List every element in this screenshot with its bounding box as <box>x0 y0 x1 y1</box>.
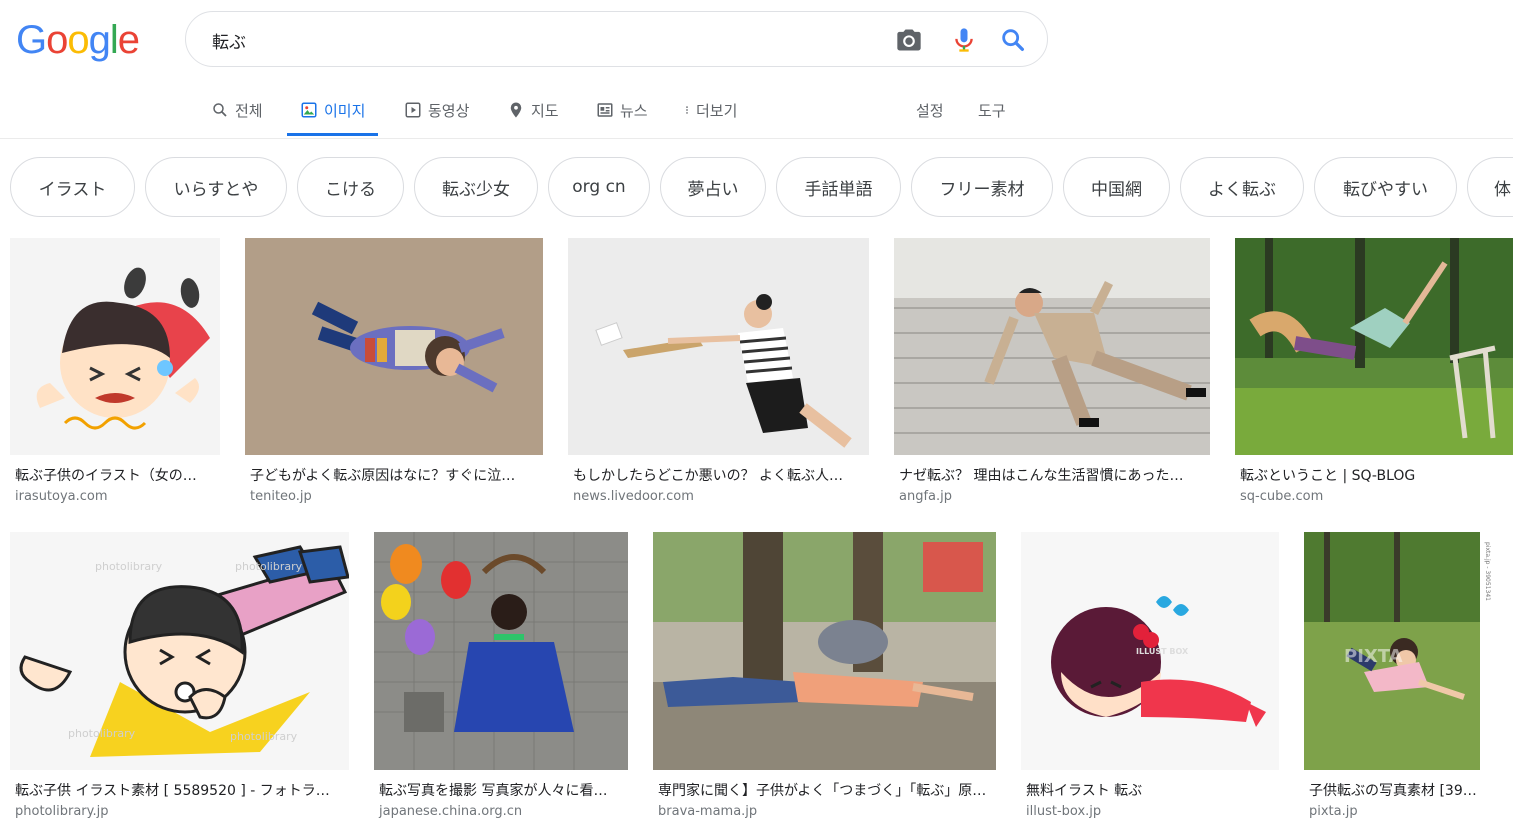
image-result[interactable]: PIXTA pixta.jp - 39051341 子供転ぶの写真素材 [39…… <box>1304 532 1491 828</box>
result-thumbnail <box>245 238 543 455</box>
result-thumbnail: photolibrary photolibrary photolibrary p… <box>10 532 349 770</box>
result-source: brava-mama.jp <box>658 804 758 819</box>
google-logo[interactable]: Google <box>16 18 140 62</box>
result-thumbnail <box>568 238 869 455</box>
result-source: pixta.jp <box>1309 804 1358 819</box>
image-result[interactable]: 転ぶ写真を撮影 写真家が人々に看… japanese.china.org.cn <box>374 532 628 828</box>
logo-letter: g <box>88 18 111 62</box>
watermark: photolibrary <box>68 727 136 740</box>
settings-link[interactable]: 설정 <box>916 84 944 136</box>
map-pin-icon <box>510 102 522 118</box>
watermark: photolibrary <box>235 560 303 573</box>
logo-letter: l <box>109 18 119 62</box>
watermark: photolibrary <box>230 730 298 743</box>
tools-label: 도구 <box>978 101 1006 120</box>
result-title: 転ぶ子供のイラスト（女の… <box>15 468 197 484</box>
tab-images[interactable]: 이미지 <box>287 84 379 136</box>
result-thumbnail: ILLUST BOX <box>1021 532 1279 770</box>
chip[interactable]: 手話単語 <box>776 157 901 217</box>
logo-letter: o <box>46 18 68 62</box>
image-result[interactable]: 転ぶ子供のイラスト（女の… irasutoya.com <box>10 238 220 508</box>
result-source: irasutoya.com <box>15 489 108 504</box>
search-icon[interactable] <box>999 26 1027 54</box>
watermark: photolibrary <box>95 560 163 573</box>
result-source: photolibrary.jp <box>15 804 109 819</box>
tab-label: 뉴스 <box>620 101 648 120</box>
search-icon <box>213 103 227 117</box>
chip[interactable]: 夢占い <box>660 157 766 217</box>
result-title: 転ぶということ | SQ-BLOG <box>1240 468 1416 484</box>
watermark: pixta.jp - 39051341 <box>1484 542 1491 601</box>
watermark: ILLUST BOX <box>1136 647 1189 656</box>
result-thumbnail <box>374 532 628 770</box>
tab-label: 지도 <box>531 101 559 120</box>
result-thumbnail <box>1235 238 1513 455</box>
logo-letter: o <box>67 18 89 62</box>
tab-news[interactable]: 뉴스 <box>596 84 648 136</box>
search-input[interactable] <box>210 26 864 54</box>
microphone-icon[interactable] <box>950 26 978 54</box>
chip[interactable]: 体 <box>1467 157 1513 217</box>
watermark: PIXTA <box>1344 646 1403 667</box>
chip[interactable]: イラスト <box>10 157 135 217</box>
settings-label: 설정 <box>916 101 944 120</box>
result-title: 専門家に聞く】子供がよく「つまづく」「転ぶ」原… <box>658 783 987 799</box>
camera-icon[interactable] <box>895 26 923 54</box>
result-title: 転ぶ子供 イラスト素材 [ 5589520 ] - フォトラ… <box>15 783 330 799</box>
news-icon <box>597 103 613 117</box>
result-thumbnail: PIXTA pixta.jp - 39051341 <box>1304 532 1491 770</box>
image-result[interactable]: 子どもがよく転ぶ原因はなに？すぐに泣… teniteo.jp <box>245 238 543 508</box>
tab-maps[interactable]: 지도 <box>507 84 559 136</box>
tools-link[interactable]: 도구 <box>978 84 1006 136</box>
tab-label: 더보기 <box>696 101 738 120</box>
result-thumbnail <box>653 532 996 770</box>
search-tabs: 전체 이미지 동영상 지도 뉴스 더보기 설정 도구 <box>0 84 1513 139</box>
logo-letter: e <box>117 18 140 62</box>
result-source: japanese.china.org.cn <box>379 804 523 819</box>
chip[interactable]: こける <box>297 157 404 217</box>
result-thumbnail <box>10 238 220 455</box>
image-result[interactable]: ナゼ転ぶ？ 理由はこんな生活習慣にあった… angfa.jp <box>894 238 1210 508</box>
result-title: 子どもがよく転ぶ原因はなに？すぐに泣… <box>250 468 516 484</box>
result-source: teniteo.jp <box>250 489 312 504</box>
chip[interactable]: フリー素材 <box>911 157 1053 217</box>
logo-letter: G <box>16 18 47 62</box>
image-result[interactable]: 専門家に聞く】子供がよく「つまづく」「転ぶ」原… brava-mama.jp <box>653 532 996 828</box>
result-title: 無料イラスト 転ぶ <box>1026 783 1143 799</box>
image-icon <box>301 102 317 118</box>
result-title: ナゼ転ぶ？ 理由はこんな生活習慣にあった… <box>899 468 1184 484</box>
chip[interactable]: 中国網 <box>1063 157 1170 217</box>
tab-videos[interactable]: 동영상 <box>404 84 469 136</box>
tab-label: 전체 <box>235 101 263 120</box>
result-source: illust-box.jp <box>1026 804 1102 819</box>
result-title: 子供転ぶの写真素材 [39… <box>1309 783 1477 799</box>
video-icon <box>405 102 421 118</box>
chip[interactable]: よく転ぶ <box>1180 157 1304 217</box>
result-source: sq-cube.com <box>1240 489 1324 504</box>
tab-label: 동영상 <box>428 101 470 120</box>
image-result[interactable]: ILLUST BOX 無料イラスト 転ぶ illust-box.jp <box>1021 532 1279 828</box>
image-result[interactable]: 転ぶということ | SQ-BLOG sq-cube.com <box>1235 238 1513 508</box>
image-result[interactable]: もしかしたらどこか悪いの？ よく転ぶ人… news.livedoor.com <box>568 238 869 508</box>
chip[interactable]: いらすとや <box>145 157 287 217</box>
result-title: 転ぶ写真を撮影 写真家が人々に看… <box>379 783 608 799</box>
tab-all[interactable]: 전체 <box>211 84 263 136</box>
chip[interactable]: org cn <box>548 157 650 217</box>
search-box <box>185 11 1048 67</box>
image-result[interactable]: photolibrary photolibrary photolibrary p… <box>10 532 349 828</box>
result-title: もしかしたらどこか悪いの？ よく転ぶ人… <box>573 468 844 484</box>
result-thumbnail <box>894 238 1210 455</box>
result-source: angfa.jp <box>899 489 952 504</box>
tab-more[interactable]: 더보기 <box>682 84 737 136</box>
more-vert-icon <box>686 106 688 114</box>
related-chips: イラスト いらすとや こける 転ぶ少女 org cn 夢占い 手話単語 フリー素… <box>0 157 1513 219</box>
result-source: news.livedoor.com <box>573 489 694 504</box>
chip[interactable]: 転ぶ少女 <box>414 157 538 217</box>
tab-label: 이미지 <box>324 101 366 120</box>
chip[interactable]: 転びやすい <box>1314 157 1457 217</box>
